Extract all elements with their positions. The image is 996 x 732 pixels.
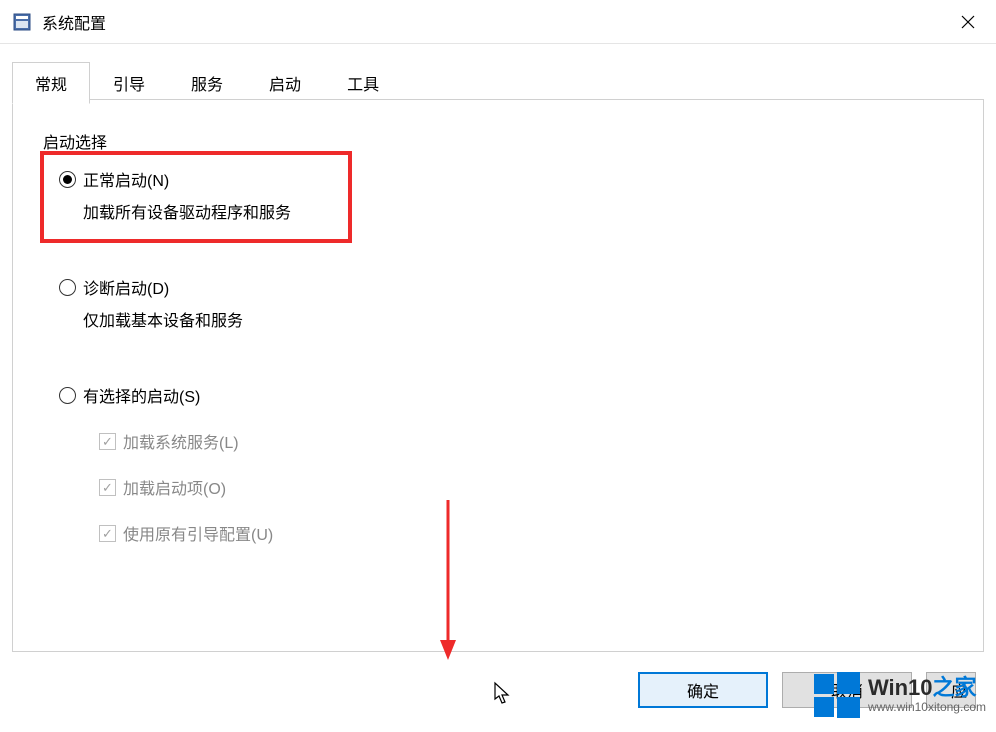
radio-description: 加载所有设备驱动程序和服务 <box>83 199 953 223</box>
watermark-prefix: Win10 <box>868 675 933 700</box>
button-label: 确定 <box>687 678 719 702</box>
tab-border <box>12 99 984 100</box>
radio-selective-startup[interactable]: 有选择的启动(S) <box>59 383 953 407</box>
tab-label: 引导 <box>113 77 145 94</box>
checkbox-load-startup: 加载启动项(O) <box>99 475 953 499</box>
tab-startup[interactable]: 启动 <box>246 62 324 104</box>
tab-label: 工具 <box>347 77 379 94</box>
checkbox-label: 加载启动项(O) <box>123 475 226 499</box>
tab-general[interactable]: 常规 <box>12 62 90 104</box>
msconfig-window: 系统配置 常规 引导 服务 启动 工具 启动选择 正常启动(N) 加载所有设备驱… <box>0 0 996 732</box>
group-title: 启动选择 <box>43 129 953 153</box>
radio-label: 诊断启动(D) <box>83 275 169 299</box>
close-button[interactable] <box>956 10 980 34</box>
tab-label: 服务 <box>191 77 223 94</box>
radio-label: 正常启动(N) <box>83 167 169 191</box>
checkbox-original-boot: 使用原有引导配置(U) <box>99 521 953 545</box>
tab-services[interactable]: 服务 <box>168 62 246 104</box>
tab-label: 启动 <box>269 77 301 94</box>
watermark-text: Win10之家 www.win10xitong.com <box>868 676 986 713</box>
windows-logo-icon <box>814 672 860 718</box>
checkbox-icon <box>99 525 116 542</box>
startup-selection-group: 启动选择 正常启动(N) 加载所有设备驱动程序和服务 诊断启动(D) 仅加载基本… <box>43 123 953 545</box>
checkbox-label: 加载系统服务(L) <box>123 429 239 453</box>
tab-boot[interactable]: 引导 <box>90 62 168 104</box>
window-title: 系统配置 <box>42 10 106 34</box>
radio-diagnostic-startup[interactable]: 诊断启动(D) <box>59 275 953 299</box>
watermark-url: www.win10xitong.com <box>868 701 986 714</box>
mouse-cursor-icon <box>493 681 513 705</box>
radio-icon <box>59 171 76 188</box>
watermark-suffix: 之家 <box>933 675 977 700</box>
ok-button[interactable]: 确定 <box>638 672 768 708</box>
radio-label: 有选择的启动(S) <box>83 383 200 407</box>
tab-content: 启动选择 正常启动(N) 加载所有设备驱动程序和服务 诊断启动(D) 仅加载基本… <box>12 99 984 652</box>
radio-description: 仅加载基本设备和服务 <box>83 307 953 331</box>
checkbox-icon <box>99 479 116 496</box>
titlebar: 系统配置 <box>0 0 996 44</box>
tab-label: 常规 <box>35 77 67 94</box>
watermark: Win10之家 www.win10xitong.com <box>814 672 986 718</box>
checkbox-load-services: 加载系统服务(L) <box>99 429 953 453</box>
checkbox-label: 使用原有引导配置(U) <box>123 521 273 545</box>
watermark-title: Win10之家 <box>868 676 986 700</box>
radio-normal-startup[interactable]: 正常启动(N) <box>59 167 953 191</box>
radio-icon <box>59 279 76 296</box>
checkbox-icon <box>99 433 116 450</box>
tab-tools[interactable]: 工具 <box>324 62 402 104</box>
radio-icon <box>59 387 76 404</box>
tab-bar: 常规 引导 服务 启动 工具 <box>12 62 996 104</box>
app-icon <box>12 12 32 32</box>
